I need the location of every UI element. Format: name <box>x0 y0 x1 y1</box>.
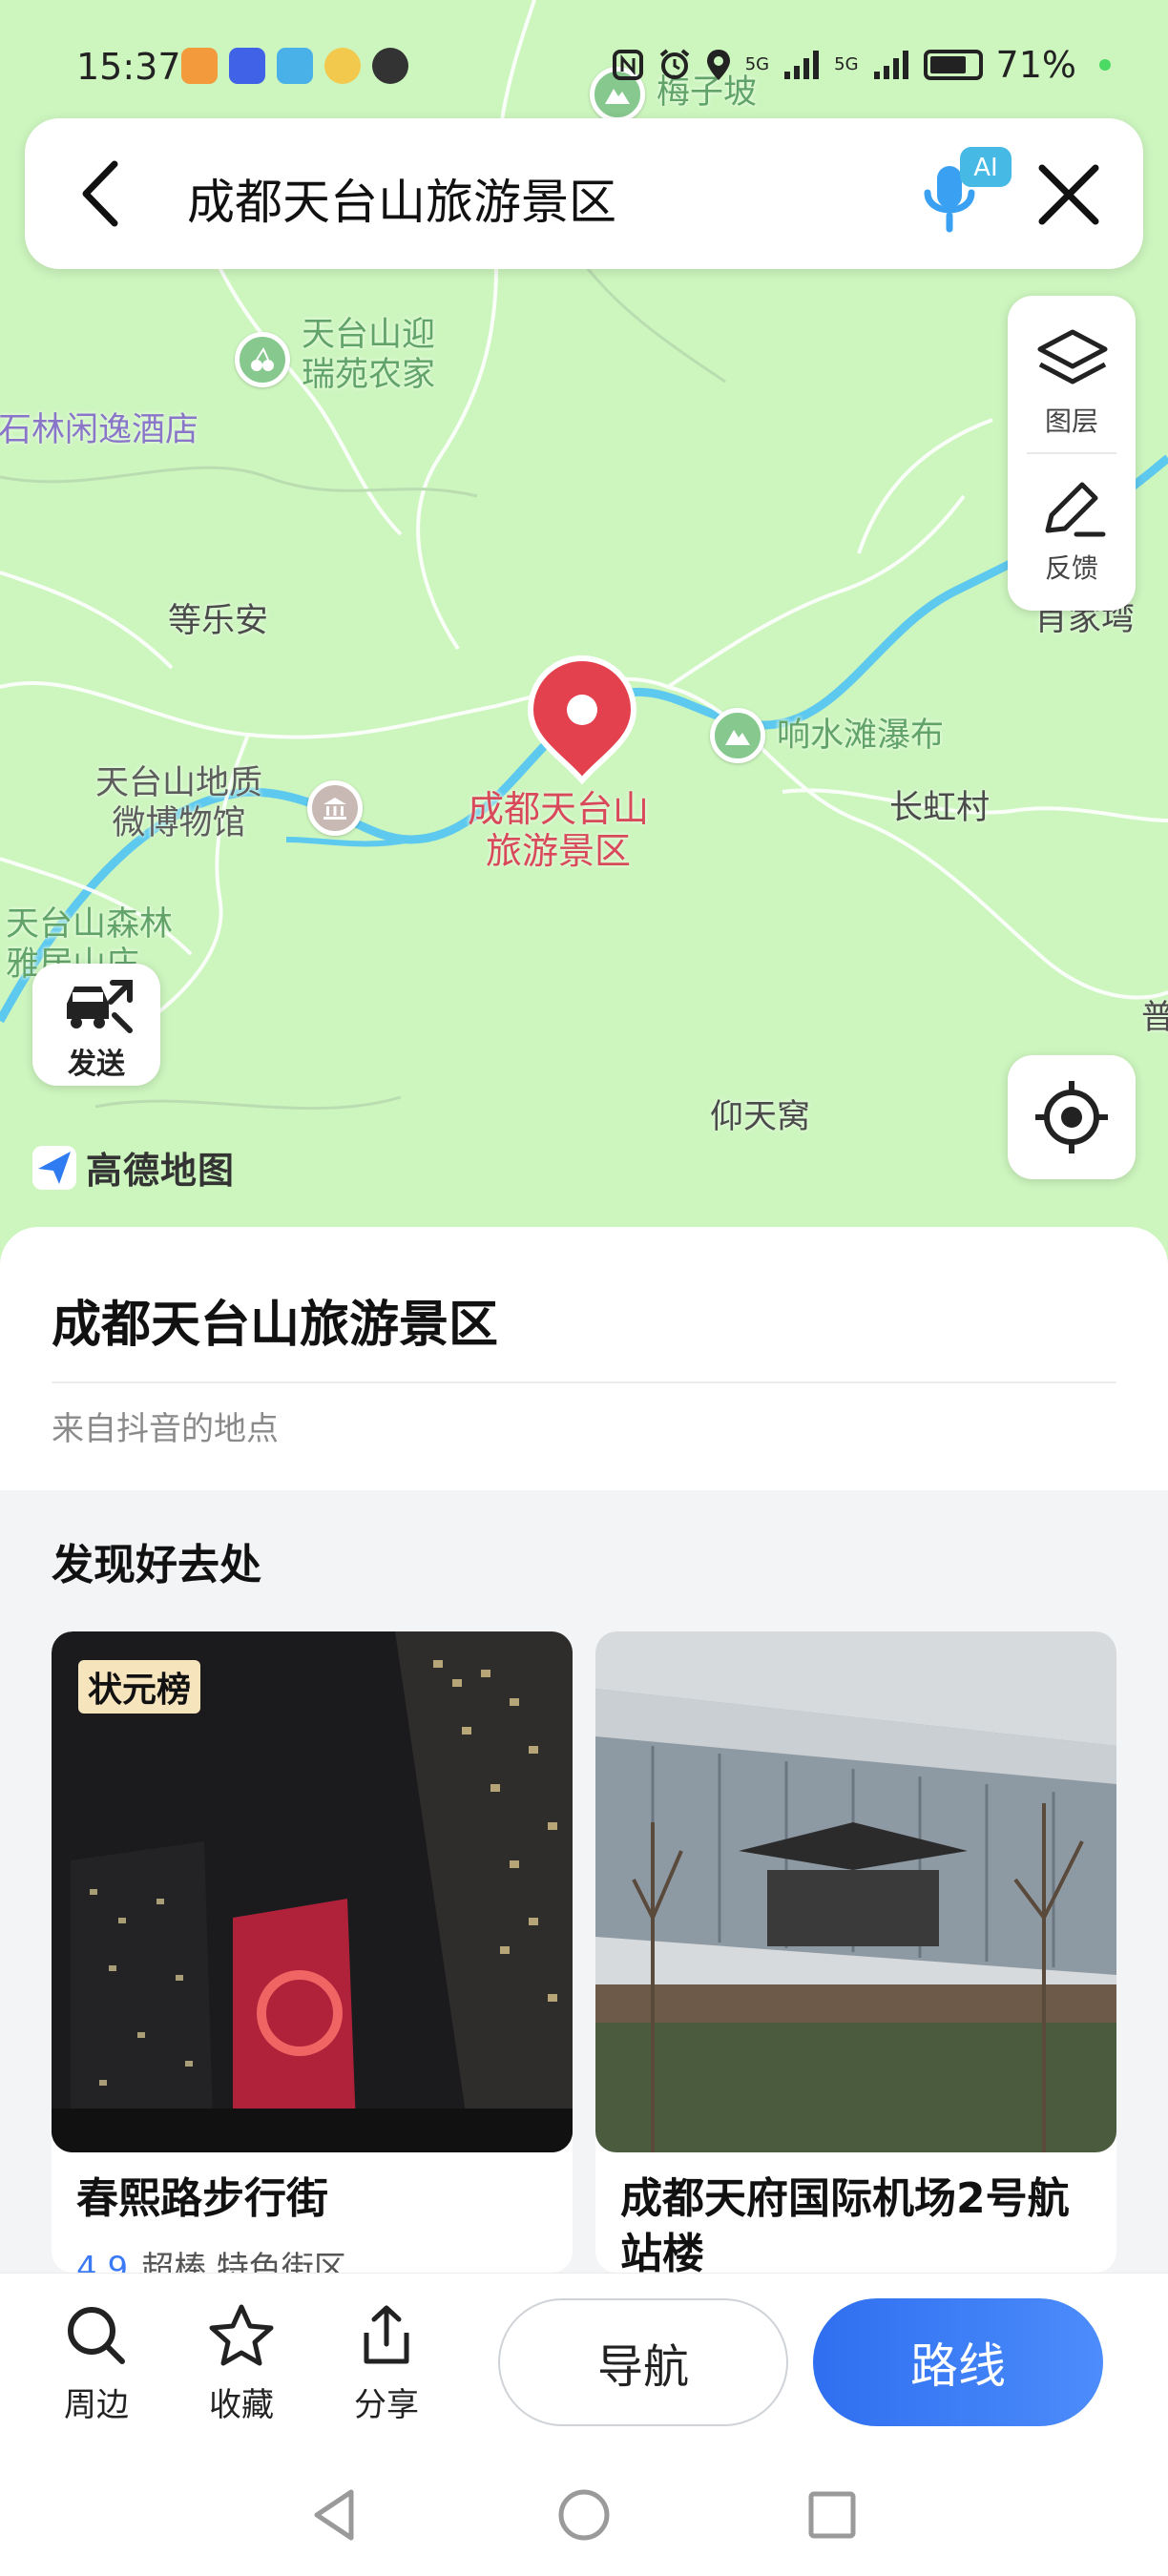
discover-title: 发现好去处 <box>52 1541 261 1589</box>
map-label-target[interactable]: 成都天台山 旅游景区 <box>468 788 649 872</box>
waterfall-poi-icon[interactable] <box>710 708 765 763</box>
nearby-label: 周边 <box>64 2386 129 2424</box>
card-tags: 超棒 特色街区 <box>141 2250 346 2273</box>
crosshair-icon <box>1035 1081 1108 1153</box>
star-icon <box>209 2304 274 2366</box>
notification-icons <box>181 48 408 84</box>
search-query[interactable]: 成都天台山旅游景区 <box>187 164 616 233</box>
nav-home-icon[interactable] <box>555 2486 613 2544</box>
divider <box>1027 452 1116 454</box>
card-photo: 状元榜 <box>52 1631 573 2152</box>
signal-icon-2 <box>873 51 908 79</box>
pause-notification-icon <box>372 48 408 84</box>
card-name: 成都天府国际机场2号航站楼 <box>620 2174 1070 2273</box>
ai-badge-text: AI <box>973 154 997 182</box>
search-bar: 成都天台山旅游景区 AI <box>25 118 1143 269</box>
nfc-icon <box>612 50 643 80</box>
feedback-button[interactable]: 反馈 <box>1008 460 1136 603</box>
chat-notification-icon <box>229 48 265 84</box>
favorite-label: 收藏 <box>209 2386 274 2424</box>
card-name: 春熙路步行街 <box>76 2174 328 2223</box>
map-tools-panel: 图层 反馈 <box>1008 296 1136 611</box>
close-icon[interactable] <box>1031 156 1107 233</box>
system-nav-bar <box>0 2452 1168 2576</box>
card-photo <box>595 1631 1116 2152</box>
app-notification-icon <box>181 48 218 84</box>
locate-me-button[interactable] <box>1008 1055 1136 1179</box>
map-label-pu[interactable]: 普 <box>1141 998 1168 1038</box>
share-button[interactable]: 分享 <box>334 2302 439 2425</box>
battery-percent: 71% <box>995 44 1076 86</box>
map-label-denglean[interactable]: 等乐安 <box>168 601 268 641</box>
share-label: 分享 <box>354 2386 419 2424</box>
send-to-car-button[interactable]: 发送 <box>32 964 160 1086</box>
share-icon <box>364 2305 409 2364</box>
alarm-icon <box>659 49 689 79</box>
pencil-icon <box>1045 482 1106 537</box>
card-meta: 4.9 超棒 特色街区 <box>76 2242 346 2273</box>
divider <box>52 1381 1116 1383</box>
layers-icon <box>1037 329 1108 384</box>
book-notification-icon <box>277 48 313 84</box>
favorite-button[interactable]: 收藏 <box>189 2302 294 2425</box>
battery-icon <box>923 50 983 80</box>
map-label-changhong[interactable]: 长虹村 <box>889 788 990 828</box>
pinwheel-notification-icon <box>324 48 361 84</box>
status-time: 15:37 <box>76 46 181 88</box>
send-label: 发送 <box>68 1048 125 1081</box>
privacy-indicator-dot <box>1099 59 1111 71</box>
microphone-icon: AI <box>924 147 1012 233</box>
feedback-label: 反馈 <box>1044 552 1098 584</box>
amap-logo-text: 高德地图 <box>86 1150 236 1192</box>
route-button[interactable]: 路线 <box>813 2298 1103 2426</box>
navigate-button[interactable]: 导航 <box>498 2298 788 2426</box>
map-label-yangtianwo[interactable]: 仰天窝 <box>710 1097 810 1137</box>
nav-recents-icon[interactable] <box>803 2486 861 2544</box>
nearby-button[interactable]: 周边 <box>44 2302 149 2425</box>
rank-badge: 状元榜 <box>78 1660 201 1714</box>
discover-section: 发现好去处 状元榜 春熙路步行街 4.9 超棒 特色街区 成都天府国际机场2号航… <box>0 1490 1168 2273</box>
place-title: 成都天台山旅游景区 <box>52 1297 499 1354</box>
location-pin-icon[interactable] <box>525 654 639 784</box>
recommendation-card[interactable]: 成都天府国际机场2号航站楼 <box>595 1631 1116 2273</box>
back-arrow-icon[interactable] <box>69 158 136 229</box>
nav-back-icon[interactable] <box>307 2486 365 2544</box>
car-send-icon <box>67 980 133 1033</box>
airport-terminal-image <box>595 1631 1116 2152</box>
amap-logo-icon <box>32 1145 76 1190</box>
status-right: 5G 5G 71% <box>612 44 1111 86</box>
cherry-poi-icon[interactable] <box>235 332 290 387</box>
layers-label: 图层 <box>1044 405 1098 437</box>
location-status-icon <box>706 50 730 80</box>
museum-poi-icon[interactable] <box>307 780 363 836</box>
card-score: 4.9 <box>76 2250 129 2273</box>
ai-voice-button[interactable]: AI <box>920 139 1015 244</box>
map-label-tiantaishan-ying[interactable]: 天台山迎 瑞苑农家 <box>302 315 435 395</box>
search-icon <box>68 2307 125 2364</box>
network-5g-1: 5G <box>744 54 770 74</box>
action-bar: 周边 收藏 分享 导航 路线 <box>0 2273 1168 2452</box>
recommendation-card[interactable]: 状元榜 春熙路步行街 4.9 超棒 特色街区 <box>52 1631 573 2273</box>
layers-button[interactable]: 图层 <box>1008 303 1136 447</box>
place-source: 来自抖音的地点 <box>52 1410 279 1448</box>
map-label-geology-museum[interactable]: 天台山地质 微博物馆 <box>95 763 262 843</box>
amap-logo: 高德地图 <box>31 1141 235 1194</box>
map-label-xiangshuitan[interactable]: 响水滩瀑布 <box>777 716 944 756</box>
status-bar: 15:37 5G 5G 71% <box>0 38 1168 95</box>
network-5g-2: 5G <box>834 54 859 74</box>
map-label-shilin-hotel[interactable]: 石林闲逸酒店 <box>0 410 198 450</box>
signal-icon <box>784 51 820 79</box>
